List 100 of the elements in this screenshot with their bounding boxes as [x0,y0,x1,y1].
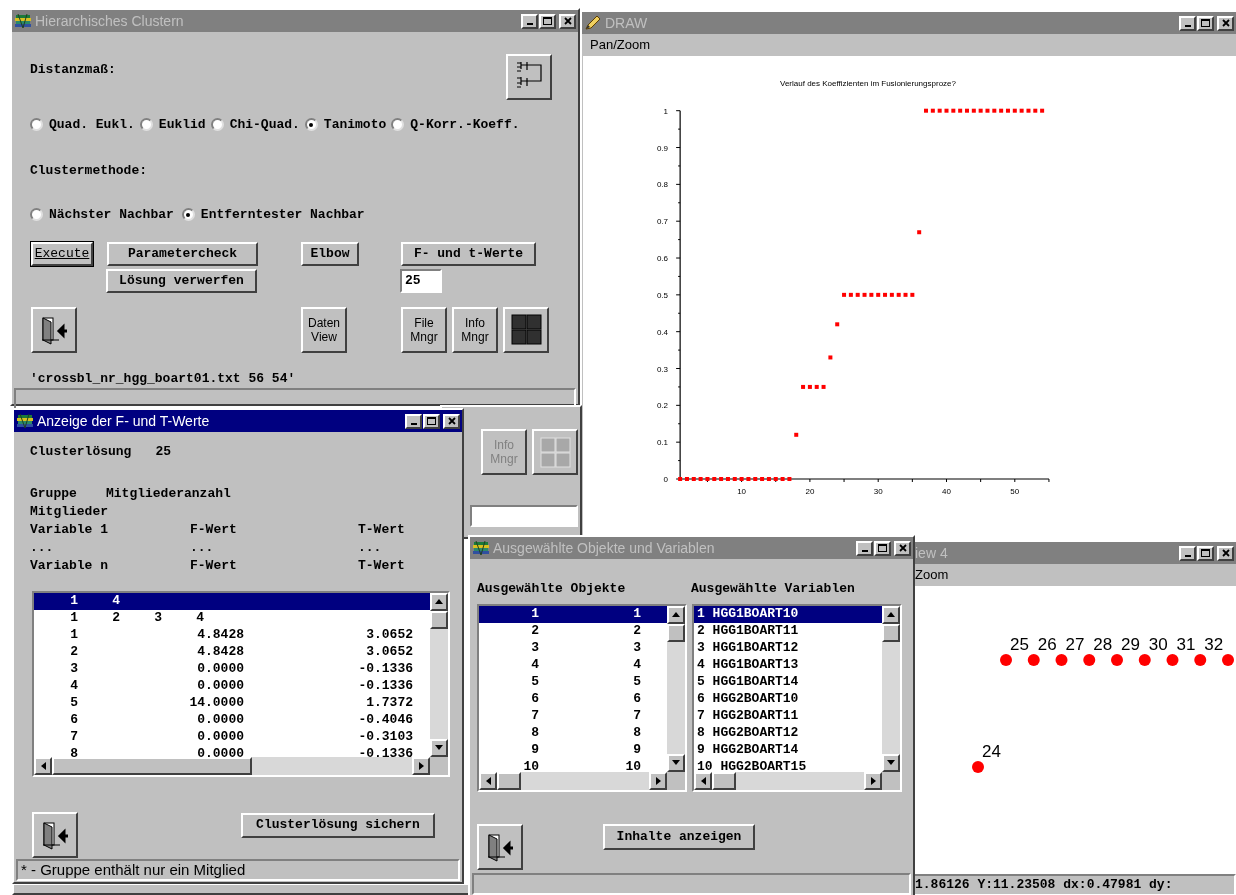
minimize-button[interactable] [1179,545,1196,561]
close-icon [563,17,572,25]
radio-button[interactable] [210,118,224,132]
save-button[interactable]: Clusterlösung sichern [241,812,435,838]
list-cell-text: 5 [69,694,78,713]
action-button[interactable]: Lösung verwerfen [106,268,257,293]
radio-label[interactable]: Quad. Eukl. [49,115,135,135]
maximize-button[interactable] [539,13,556,29]
list-row[interactable]: 1 HGG1BOART10 [694,605,882,623]
field-label: Clusterlösung [30,443,132,461]
horizontal-scrollbar[interactable] [34,756,430,775]
radio-label[interactable]: Tanimoto [323,115,387,135]
triangle-icon [671,611,681,618]
number-field[interactable]: 25 [400,268,442,293]
action-button[interactable]: Elbow [301,241,359,266]
radio-label[interactable]: Euklid [158,115,206,135]
maximize-button[interactable] [1197,545,1214,561]
legend-text: ... [190,538,215,557]
action-button[interactable]: F- und t-Werte [401,241,536,266]
list-cell-text: 0.0000 [196,728,244,747]
exit-button[interactable] [477,823,523,870]
tick-label: 0.3 [656,364,668,374]
tick-label: 0.2 [656,401,668,411]
vertical-scrollbar[interactable] [882,605,900,772]
close-button[interactable] [894,540,911,556]
minimize-button[interactable] [856,540,873,556]
radio-label[interactable]: Chi-Quad. [229,115,300,135]
tick-label: 0.6 [656,254,668,263]
legend-text: Mitgliederanzahl [106,484,231,503]
maximize-button[interactable] [1197,15,1214,31]
list-cell-text: -0.1336 [357,677,413,696]
tool-button[interactable]: Info Mngr [452,306,498,353]
grid-icon [509,313,543,346]
data-point [1138,654,1151,666]
list-cell-text: 7 [530,707,539,726]
maximize-icon [543,17,552,25]
vertical-scrollbar[interactable] [667,605,685,772]
close-button[interactable] [559,13,576,29]
close-icon [447,417,456,425]
data-point [972,761,984,773]
file-info: 'crossbl_nr_hgg_boart01.txt 56 54' [30,369,297,388]
radio-button[interactable] [139,118,153,132]
close-button[interactable] [1217,15,1234,31]
minimize-button[interactable] [521,13,538,29]
list-cell-text: 6 HGG2BOART10 [696,690,799,709]
triangle-icon [434,744,444,751]
minimize-icon [1184,25,1191,27]
point-label: 28 [1093,635,1113,654]
action-button[interactable]: Execute [31,241,93,266]
radio-button[interactable] [391,118,405,132]
maximize-button[interactable] [423,413,440,429]
dendrogram-button[interactable] [506,54,552,100]
tool-button[interactable]: File Mngr [401,306,447,353]
scroll-thumb[interactable] [52,756,252,775]
list-cell-text: 8 [530,724,539,743]
minimize-button[interactable] [405,413,422,429]
close-button[interactable] [1217,545,1234,561]
layout-button[interactable] [532,429,578,475]
action-button[interactable]: Parametercheck [107,241,258,266]
menu-item[interactable]: Pan/Zoom [590,35,650,55]
list-cell-text: -0.1336 [357,745,413,757]
radio-label[interactable]: Q-Korr.-Koeff. [410,115,520,135]
maximize-icon [427,417,436,425]
layout-button[interactable] [503,306,549,353]
minimize-icon [1184,555,1191,557]
legend-text: ... [30,538,55,557]
exit-button[interactable] [31,306,77,353]
vertical-scrollbar[interactable] [430,592,448,757]
triangle-icon [434,598,444,605]
minimize-icon [526,23,533,25]
legend-text: Gruppe [30,484,78,503]
list-row[interactable]: 1 4 [34,592,430,610]
radio-label[interactable]: Nächster Nachbar [49,205,174,225]
radio-button[interactable] [30,118,43,132]
menu-item[interactable]: Zoom [915,565,949,585]
radio-button[interactable] [304,118,318,132]
triangle-icon [671,759,681,766]
door-arrow-icon [39,314,69,345]
list-row[interactable]: 1 1 [479,605,667,623]
triangle-icon [654,775,662,786]
triangle-icon [886,611,896,618]
tool-button[interactable]: Daten View [301,306,347,353]
triangle-icon [886,759,896,766]
app-icon [14,13,32,29]
maximize-button[interactable] [874,540,891,556]
data-point [1111,654,1123,666]
show-button[interactable]: Inhalte anzeigen [603,823,755,850]
triangle-icon [39,760,47,771]
text-field[interactable] [470,505,578,527]
list-cell-text: 4 HGG1BOART13 [696,656,799,675]
minimize-button[interactable] [1179,15,1196,31]
list-cell-text: 4.8428 [196,643,244,662]
close-icon [1221,549,1230,557]
close-button[interactable] [443,413,460,429]
tick-label: 0.8 [656,180,668,190]
radio-button[interactable] [181,208,195,222]
exit-button[interactable] [32,811,78,858]
radio-label[interactable]: Entferntester Nachbar [200,205,365,225]
radio-button[interactable] [30,208,43,222]
minimize-icon [410,423,417,425]
